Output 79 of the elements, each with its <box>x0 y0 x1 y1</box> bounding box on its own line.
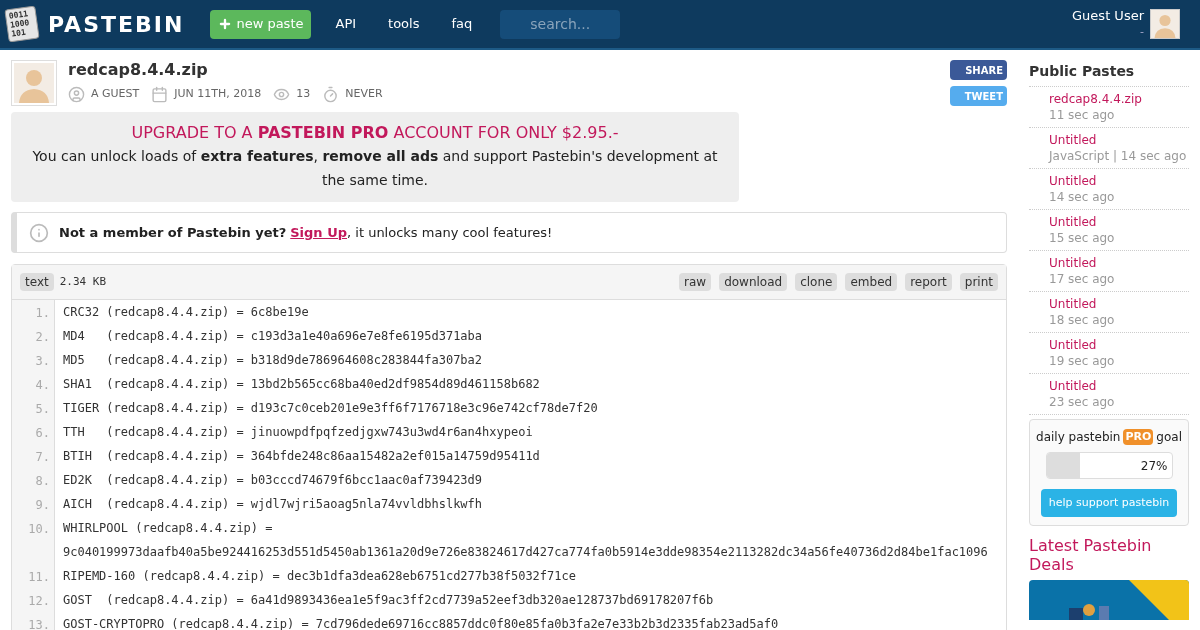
line-number: 4. <box>35 378 50 392</box>
paste-action-button[interactable]: download <box>719 273 788 291</box>
user-avatar <box>1151 10 1179 38</box>
line-number: 11. <box>28 570 50 584</box>
file-size: 2.34 KB <box>59 273 107 290</box>
paste-action-button[interactable]: print <box>959 273 998 291</box>
line-number: 10. <box>28 522 50 536</box>
code-line: TIGER (redcap8.4.4.zip) = d193c7c0ceb201e9e3ff6f7176718e3c96e742cf78de7f20 <box>63 400 599 417</box>
user-status: - <box>1140 24 1144 40</box>
goal-label: daily pastebin <box>1036 429 1121 446</box>
code-line: GOST-CRYPTOPRO (redcap8.4.4.zip) = 7cd796dede69716cc8857ddc0f80e85fa0b3fa2e7e33b2b3d2335fab23ad5af0 <box>63 616 780 630</box>
code-line: CRC32 (redcap8.4.4.zip) = 6c8be19e <box>63 304 310 321</box>
line-number: 8. <box>35 474 50 488</box>
paste-meta: 19 sec ago <box>1049 353 1116 369</box>
notice-lead: Not a member of Pastebin yet? <box>59 223 287 242</box>
share-button[interactable]: SHARE <box>950 60 1007 80</box>
brand-logo[interactable]: PASTEBIN <box>48 7 185 41</box>
line-number: 7. <box>35 450 50 464</box>
meta-text: JUN 11TH, 2018 <box>174 86 262 103</box>
sidebar-title: Public Pastes <box>1029 62 1189 87</box>
paste-meta: 18 sec ago <box>1049 312 1116 328</box>
paste-link[interactable]: redcap8.4.4.zip <box>1049 91 1189 107</box>
paste-meta: 17 sec ago <box>1049 271 1116 287</box>
paste-link[interactable]: Untitled <box>1049 378 1189 394</box>
paste-action-button[interactable]: clone <box>795 273 838 291</box>
paste-meta: JavaScript | 14 sec ago <box>1049 148 1188 164</box>
line-number: 12. <box>28 594 50 608</box>
code-line: WHIRLPOOL (redcap8.4.4.zip) = 9c040199973daafb40a5be924416253d551d5450ab1361a20d9e726e83824617d427ca774fa0b5914e3dde98354e2113282dc34a56fe40736d2d84be1fac1096 <box>63 520 989 561</box>
user-icon <box>68 86 85 103</box>
user-name[interactable]: Guest User <box>1072 8 1144 24</box>
nav-link[interactable]: faq <box>451 14 473 34</box>
paste-action-button[interactable]: raw <box>679 273 712 291</box>
line-number: 3. <box>35 354 50 368</box>
promo-text: You can unlock loads of extra features, remove all ads and support Pastebin's development at the same time. <box>31 147 719 190</box>
paste-link[interactable]: Untitled <box>1049 173 1189 189</box>
nav-link[interactable]: API <box>335 14 357 34</box>
line-number: 6. <box>35 426 50 440</box>
meta-text: A GUEST <box>91 86 140 103</box>
paste-action-button[interactable]: report <box>905 273 952 291</box>
code-line: ED2K (redcap8.4.4.zip) = b03cccd74679f6bcc1aac0af739423d9 <box>63 472 484 489</box>
pro-badge: PRO <box>1123 428 1154 446</box>
promo-headline: UPGRADE TO A PASTEBIN PRO ACCOUNT FOR ONLY $2.95.- <box>130 122 620 144</box>
meta-text: NEVER <box>345 86 383 103</box>
code-line: SHA1 (redcap8.4.4.zip) = 13bd2b565cc68ba40ed2df9854d89d461158b682 <box>63 376 541 393</box>
syntax-badge[interactable]: text <box>20 273 54 291</box>
paste-link[interactable]: Untitled <box>1049 214 1189 230</box>
logo-icon[interactable]: 0011 1000 101 <box>4 5 40 43</box>
meta-text: 13 <box>296 86 311 103</box>
paste-meta: 15 sec ago <box>1049 230 1116 246</box>
progress-reading: 27% <box>1140 458 1168 475</box>
paste-link[interactable]: Untitled <box>1049 296 1189 312</box>
code-line: GOST (redcap8.4.4.zip) = 6a41d9893436ea1e5f9ac3ff2cd7739a52eef3db320ae128737bd69178207f6b <box>63 592 715 609</box>
paste-action-button[interactable]: embed <box>845 273 898 291</box>
line-number: 2. <box>35 330 50 344</box>
line-number: 1. <box>35 306 50 320</box>
paste-meta: 23 sec ago <box>1049 394 1116 410</box>
paste-link[interactable]: Untitled <box>1049 337 1189 353</box>
info-icon <box>29 222 49 243</box>
line-number: 5. <box>35 402 50 416</box>
paste-link[interactable]: Untitled <box>1049 255 1189 271</box>
search-field[interactable]: search... <box>500 9 621 39</box>
nav-link[interactable]: tools <box>388 14 420 34</box>
code-line: MD5 (redcap8.4.4.zip) = b318d9de786964608c283844fa307ba2 <box>63 352 484 369</box>
paste-title: redcap8.4.4.zip <box>68 60 209 80</box>
line-number: 13. <box>28 618 50 630</box>
code-line: BTIH (redcap8.4.4.zip) = 364bfde248c86aa15482a2ef015a14759d95411d <box>63 448 541 465</box>
deals-title: Latest Pastebin Deals <box>1029 536 1153 574</box>
line-number: 9. <box>35 498 50 512</box>
paste-meta: 11 sec ago <box>1049 107 1116 123</box>
paste-link[interactable]: Untitled <box>1049 132 1189 148</box>
author-avatar <box>14 63 54 103</box>
code-line: AICH (redcap8.4.4.zip) = wjdl7wjri5aoag5nla74vvldbhslkwfh <box>63 496 484 513</box>
paste-meta: 14 sec ago <box>1049 189 1116 205</box>
code-line: TTH (redcap8.4.4.zip) = jinuowpdfpqfzedjgxw743u3wd4r6an4hxypeoi <box>63 424 534 441</box>
code-line: MD4 (redcap8.4.4.zip) = c193d3a1e40a696e7e8fe6195d371aba <box>63 328 484 345</box>
notice-text: , it unlocks many cool features! <box>347 223 553 242</box>
code-line: RIPEMD-160 (redcap8.4.4.zip) = dec3b1dfa3dea628eb6751cd277b38f5032f71ce <box>63 568 577 585</box>
plus-icon <box>218 17 233 31</box>
goal-label: goal <box>1156 429 1182 446</box>
